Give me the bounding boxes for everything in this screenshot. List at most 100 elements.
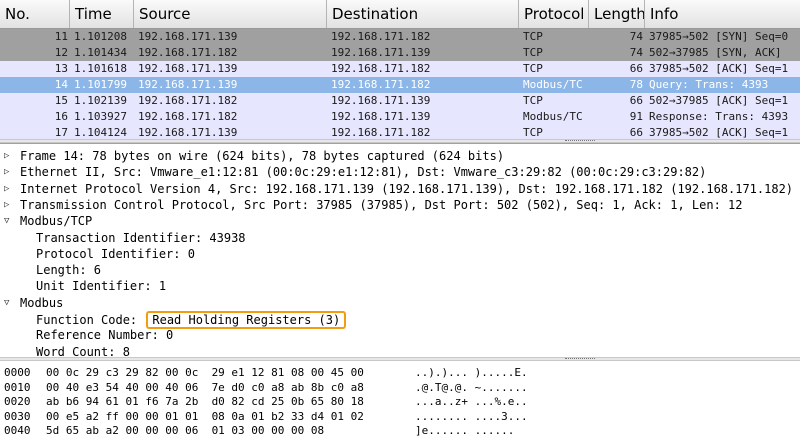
hex-ascii[interactable]: ..).)... ).....E.	[415, 365, 528, 380]
hex-offset: 0010	[4, 380, 31, 394]
splitter-grip[interactable]	[565, 358, 595, 361]
hex-offset: 0030	[4, 409, 31, 423]
tree-field[interactable]: Function Code: Read Holding Registers (3…	[0, 311, 800, 329]
packet-list-header: No. Time Source Destination Protocol Length In…	[0, 0, 800, 29]
hex-ascii[interactable]: ]e...... ......	[415, 423, 514, 438]
tree-field[interactable]: Protocol Identifier: 0	[0, 246, 800, 262]
packet-bytes-pane[interactable]: 0000 00 0c 29 c3 29 82 00 0c 29 e1 12 81 …	[0, 363, 800, 438]
packet-cell-length: 78	[629, 78, 643, 91]
tree-text: Ethernet II, Src: Vmware_e1:12:81 (00:0c…	[20, 164, 706, 180]
column-header-destination[interactable]: Destination	[327, 0, 519, 28]
tree-label: Frame 14: 78 bytes on wire (624 bits), 7…	[20, 149, 505, 163]
packet-cell-info: 502→37985 [ACK] Seq=1	[649, 94, 789, 107]
packet-cell-source: 192.168.171.139	[138, 78, 238, 91]
column-header-info[interactable]: Info	[645, 0, 800, 28]
collapsed-icon[interactable]: ▷	[4, 184, 14, 194]
tree-label: Protocol Identifier: 0	[36, 246, 195, 261]
hex-bytes[interactable]: 00 e5 a2 ff 00 00 01 01 08 0a 01 b2 33 d…	[46, 409, 364, 424]
collapsed-icon[interactable]: ▷	[4, 200, 14, 210]
column-header-time[interactable]: Time	[70, 0, 134, 28]
packet-cell-time: 1.103927	[74, 110, 127, 123]
packet-cell-protocol: Modbus/TC	[523, 78, 583, 91]
packet-cell-length: 66	[629, 62, 643, 75]
column-header-protocol[interactable]: Protocol	[519, 0, 589, 28]
tree-section[interactable]: ▷ Frame 14: 78 bytes on wire (624 bits), …	[0, 148, 800, 164]
packet-cell-time: 1.101618	[74, 62, 127, 75]
column-header-source[interactable]: Source	[134, 0, 327, 28]
tree-label: Function Code:	[36, 313, 145, 327]
packet-cell-info: Response: Trans: 4393	[649, 110, 789, 123]
hex-offset: 0000	[4, 366, 31, 379]
packet-cell-source: 192.168.171.182	[138, 46, 238, 59]
packet-cell-time: 1.101434	[74, 46, 127, 59]
hex-bytes[interactable]: 00 40 e3 54 40 00 40 06 7e d0 c0 a8 ab 8…	[46, 380, 364, 395]
packet-details-tree[interactable]: ▷ Frame 14: 78 bytes on wire (624 bits), …	[0, 143, 800, 360]
tree-text: Modbus/TCP	[20, 213, 92, 229]
packet-cell-protocol: TCP	[523, 62, 543, 75]
tree-text: Transaction Identifier: 43938	[36, 230, 246, 246]
tree-field[interactable]: Unit Identifier: 1	[0, 278, 800, 294]
packet-cell-source: 192.168.171.182	[138, 94, 238, 107]
packet-cell-destination: 192.168.171.182	[331, 62, 431, 75]
packet-cell-info: 37985→502 [ACK] Seq=1	[649, 62, 789, 75]
collapsed-icon[interactable]: ▷	[4, 151, 14, 161]
hex-bytes[interactable]: ab b6 94 61 01 f6 7a 2b d0 82 cd 25 0b 6…	[46, 394, 364, 409]
packet-row[interactable]: 13 1.101618 192.168.171.139 192.168.171.182…	[0, 61, 800, 77]
hex-offset: 0040	[4, 424, 31, 437]
tree-text: Unit Identifier: 1	[36, 278, 166, 294]
hex-row: 0000 00 0c 29 c3 29 82 00 0c 29 e1 12 81 …	[0, 365, 800, 380]
packet-cell-info: 37985→502 [SYN] Seq=0	[649, 30, 789, 43]
tree-field[interactable]: Transaction Identifier: 43938	[0, 230, 800, 246]
packet-cell-destination: 192.168.171.139	[331, 110, 431, 123]
tree-label: Ethernet II, Src: Vmware_e1:12:81 (00:0c…	[20, 165, 707, 180]
packet-cell-source: 192.168.171.139	[138, 62, 238, 75]
tree-label: Internet Protocol Version 4, Src: 192.16…	[20, 181, 794, 196]
packet-row[interactable]: 15 1.102139 192.168.171.182 192.168.171.139…	[0, 93, 800, 109]
packet-row[interactable]: 12 1.101434 192.168.171.182 192.168.171.139…	[0, 45, 800, 61]
expanded-icon[interactable]: ▽	[4, 298, 14, 308]
tree-text: Internet Protocol Version 4, Src: 192.16…	[20, 181, 793, 197]
packet-cell-length: 66	[629, 94, 643, 107]
tree-field[interactable]: Length: 6	[0, 262, 800, 278]
hex-offset: 0020	[4, 395, 31, 408]
packet-cell-length: 74	[629, 46, 643, 59]
packet-cell-destination: 192.168.171.182	[331, 78, 431, 91]
tree-text: Function Code: Read Holding Registers (3…	[36, 311, 347, 329]
packet-row-selected[interactable]: 14 1.101799 192.168.171.139 192.168.171.182…	[0, 77, 800, 93]
pane-splitter-bottom[interactable]	[0, 357, 800, 361]
tree-text: Transmission Control Protocol, Src Port:…	[20, 197, 742, 213]
tree-text: Reference Number: 0	[36, 327, 173, 343]
expanded-icon[interactable]: ▽	[4, 216, 14, 226]
packet-cell-info: 502→37985 [SYN, ACK]	[649, 46, 782, 59]
hex-ascii[interactable]: ...a..z+ ...%.e..	[415, 394, 528, 409]
hex-bytes[interactable]: 5d 65 ab a2 00 00 00 06 01 03 00 00 00 0…	[46, 423, 324, 438]
packet-cell-no: 13	[54, 62, 68, 75]
tree-section[interactable]: ▽ Modbus	[0, 295, 800, 311]
hex-ascii[interactable]: .@.T@.@. ~.......	[415, 380, 528, 395]
packet-cell-no: 11	[54, 30, 68, 43]
packet-cell-destination: 192.168.171.139	[331, 94, 431, 107]
tree-label: Transmission Control Protocol, Src Port:…	[20, 197, 743, 212]
tree-section[interactable]: ▷ Internet Protocol Version 4, Src: 192.1…	[0, 181, 800, 197]
column-header-no[interactable]: No.	[0, 0, 70, 28]
tree-text: Frame 14: 78 bytes on wire (624 bits), 7…	[20, 148, 504, 164]
packet-cell-no: 14	[54, 78, 68, 91]
hex-bytes[interactable]: 00 0c 29 c3 29 82 00 0c 29 e1 12 81 08 0…	[46, 365, 364, 380]
hex-ascii[interactable]: ........ ....3...	[415, 409, 528, 424]
packet-list[interactable]: No. Time Source Destination Protocol Length In…	[0, 0, 800, 143]
column-header-length[interactable]: Length	[589, 0, 645, 28]
tree-field[interactable]: Reference Number: 0	[0, 327, 800, 343]
packet-cell-length: 74	[629, 30, 643, 43]
tree-label: Transaction Identifier: 43938	[36, 230, 246, 245]
collapsed-icon[interactable]: ▷	[4, 167, 14, 177]
packet-row[interactable]: 16 1.103927 192.168.171.182 192.168.171.139…	[0, 109, 800, 125]
tree-label: Unit Identifier: 1	[36, 279, 167, 294]
tree-text: Modbus	[20, 295, 63, 311]
tree-section[interactable]: ▽ Modbus/TCP	[0, 213, 800, 229]
packet-row[interactable]: 11 1.101208 192.168.171.139 192.168.171.182…	[0, 29, 800, 45]
packet-cell-protocol: TCP	[523, 46, 543, 59]
tree-section[interactable]: ▷ Transmission Control Protocol, Src Port…	[0, 197, 800, 213]
tree-label: Modbus/TCP	[20, 214, 93, 229]
hex-row: 0030 00 e5 a2 ff 00 00 01 01 08 0a 01 b2 …	[0, 409, 800, 424]
tree-section[interactable]: ▷ Ethernet II, Src: Vmware_e1:12:81 (00:0…	[0, 164, 800, 180]
